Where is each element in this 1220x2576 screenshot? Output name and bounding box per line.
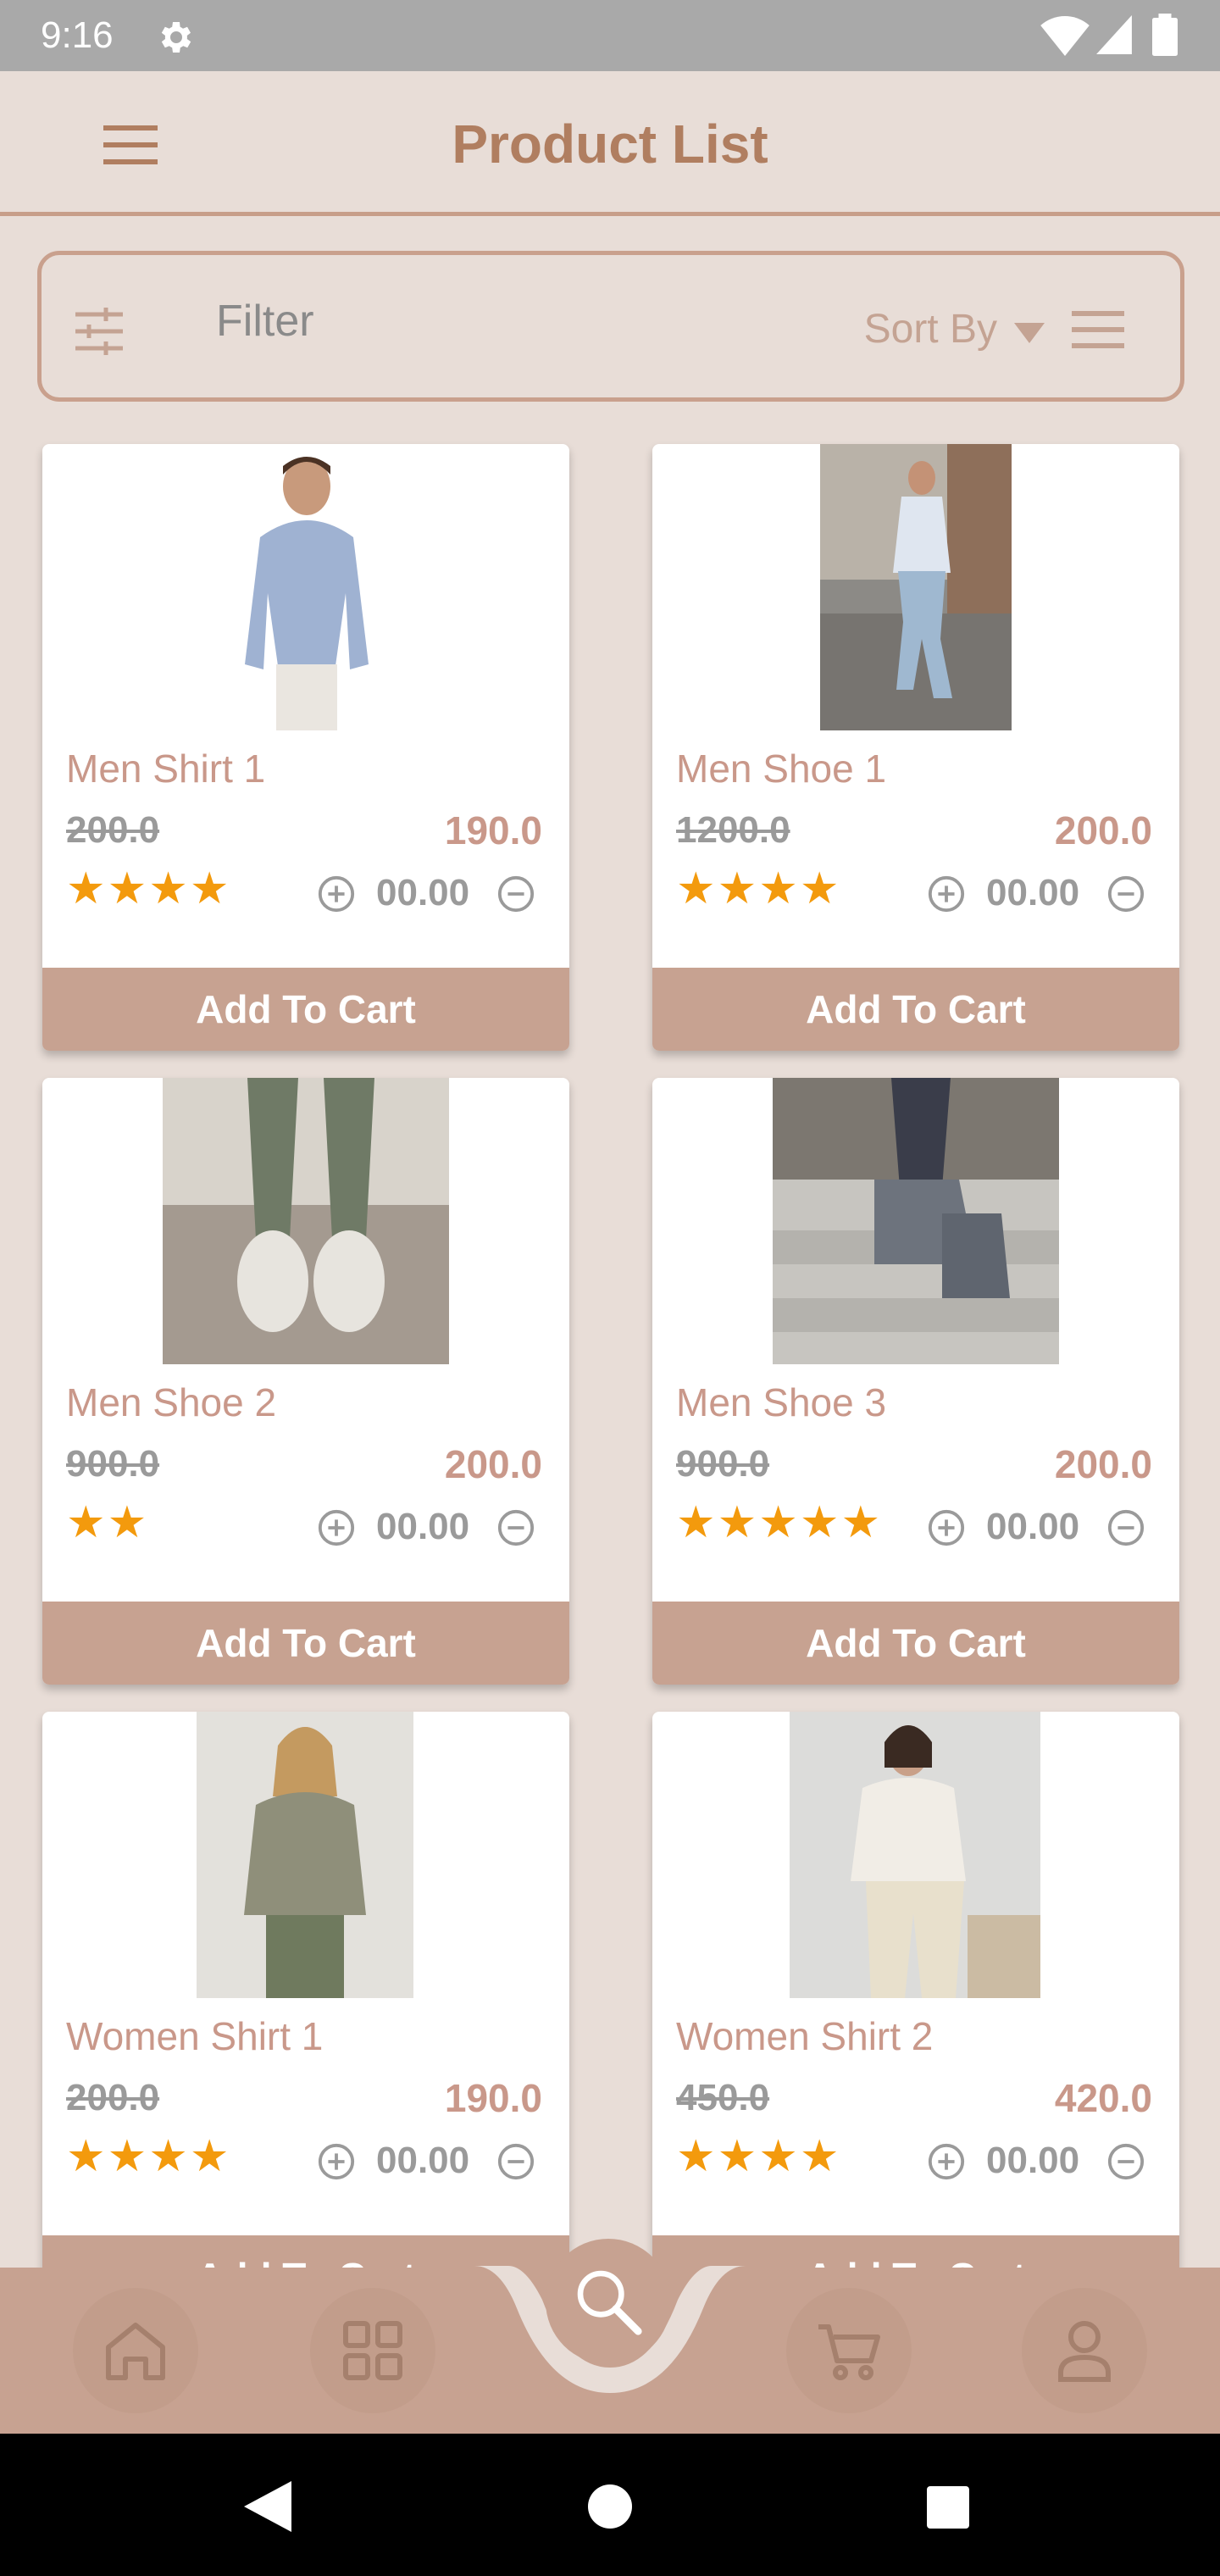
product-card[interactable]: Men Shoe 3 900.0 200.0 ★★★★★ 00.00 Add T… [652,1078,1179,1685]
home-icon [106,2323,165,2380]
sale-price: 190.0 [444,808,542,852]
product-card[interactable]: Women Shirt 1 200.0 190.0 ★★★★ 00.00 Add… [42,1712,569,2318]
bottom-navigation [0,2239,1220,2434]
nav-home[interactable] [73,2288,198,2413]
app-screen: 9:16 Product List Filter Sort By Men Shi… [0,0,1220,2576]
add-to-cart-button[interactable]: Add To Cart [42,1602,569,1685]
quantity-value: 00.00 [986,2140,1080,2181]
app-bar: Product List [0,71,1220,215]
original-price: 200.0 [66,2077,160,2118]
product-card[interactable]: Men Shirt 1 200.0 190.0 ★★★★ 00.00 Add T… [42,444,569,1051]
caret-down-icon[interactable] [1014,323,1045,343]
original-price: 200.0 [66,809,160,851]
star-rating: ★★★★★ [676,1498,883,1547]
filter-input[interactable]: Filter [216,294,314,348]
minus-circle-icon[interactable] [496,1508,535,1547]
grid-icon [343,2321,402,2380]
plus-circle-icon[interactable] [927,874,966,913]
product-card[interactable]: Women Shirt 2 450.0 420.0 ★★★★ 00.00 Add… [652,1712,1179,2318]
product-card[interactable]: Men Shoe 2 900.0 200.0 ★★ 00.00 Add To C… [42,1078,569,1685]
cart-icon [818,2324,880,2380]
nav-profile[interactable] [1022,2288,1147,2413]
product-name: Women Shirt 1 [66,2014,324,2058]
product-image [197,1712,413,1998]
minus-circle-icon[interactable] [1106,2142,1145,2181]
sale-price: 200.0 [1054,808,1152,852]
original-price: 1200.0 [676,809,790,851]
nav-cart[interactable] [786,2288,912,2413]
original-price: 900.0 [676,1443,770,1485]
plus-circle-icon[interactable] [927,1508,966,1547]
sale-price: 200.0 [1054,1442,1152,1486]
recent-apps-icon[interactable] [927,2486,969,2529]
search-icon [577,2270,642,2335]
minus-circle-icon[interactable] [496,2142,535,2181]
add-to-cart-button[interactable]: Add To Cart [652,1602,1179,1685]
quantity-value: 00.00 [986,872,1080,913]
product-name: Men Shoe 1 [676,747,887,791]
star-rating: ★★★★ [676,864,841,913]
star-rating: ★★★★ [676,2132,841,2181]
sale-price: 200.0 [444,1442,542,1486]
page-title: Product List [452,114,768,175]
system-navigation-bar [0,2434,1220,2576]
product-image [773,1078,1059,1364]
plus-circle-icon[interactable] [317,1508,356,1547]
quantity-value: 00.00 [376,1506,470,1547]
product-image [163,1078,449,1364]
plus-circle-icon[interactable] [317,2142,356,2181]
wifi-icon [1040,15,1090,56]
sort-by-dropdown[interactable]: Sort By [864,303,997,357]
product-name: Women Shirt 2 [676,2014,934,2058]
profile-icon [1058,2321,1111,2382]
add-to-cart-button[interactable]: Add To Cart [652,968,1179,1051]
quantity-value: 00.00 [376,872,470,913]
plus-circle-icon[interactable] [317,874,356,913]
minus-circle-icon[interactable] [1106,1508,1145,1547]
header-divider [0,212,1220,216]
minus-circle-icon[interactable] [496,874,535,913]
nav-search[interactable] [546,2239,671,2364]
status-bar: 9:16 [0,0,1220,71]
minus-circle-icon[interactable] [1106,874,1145,913]
nav-categories[interactable] [310,2288,435,2413]
product-image [214,444,400,730]
sale-price: 190.0 [444,2076,542,2120]
star-rating: ★★★★ [66,864,231,913]
product-name: Men Shirt 1 [66,747,266,791]
battery-icon [1152,14,1178,56]
original-price: 900.0 [66,1443,160,1485]
product-image [820,444,1012,730]
add-to-cart-button[interactable]: Add To Cart [42,968,569,1051]
star-rating: ★★ [66,1498,149,1547]
product-card[interactable]: Men Shoe 1 1200.0 200.0 ★★★★ 00.00 Add T… [652,444,1179,1051]
product-name: Men Shoe 2 [66,1380,277,1424]
filter-bar: Filter Sort By [37,251,1184,402]
status-time: 9:16 [41,14,114,56]
plus-circle-icon[interactable] [927,2142,966,2181]
signal-icon [1096,15,1132,54]
original-price: 450.0 [676,2077,770,2118]
list-view-icon[interactable] [1072,308,1124,352]
settings-gear-icon [161,22,191,53]
quantity-value: 00.00 [376,2140,470,2181]
home-circle-icon[interactable] [588,2484,632,2529]
sale-price: 420.0 [1054,2076,1152,2120]
product-name: Men Shoe 3 [676,1380,887,1424]
quantity-value: 00.00 [986,1506,1080,1547]
filter-sliders-icon[interactable] [72,306,126,357]
star-rating: ★★★★ [66,2132,231,2181]
back-icon[interactable] [244,2481,291,2532]
product-image [790,1712,1040,1998]
